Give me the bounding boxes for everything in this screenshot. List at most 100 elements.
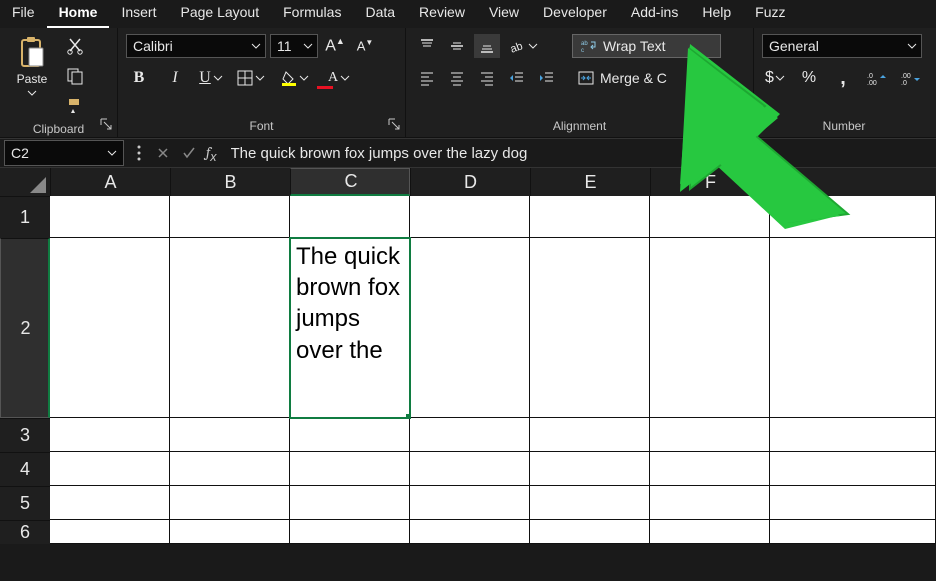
cell-c4[interactable] — [290, 452, 410, 486]
italic-button[interactable]: I — [162, 66, 188, 90]
cell-g2[interactable] — [770, 238, 936, 418]
cell-d3[interactable] — [410, 418, 530, 452]
cell-d4[interactable] — [410, 452, 530, 486]
dialog-launcher-icon[interactable] — [99, 117, 113, 131]
tab-fuzzy[interactable]: Fuzz — [743, 0, 797, 28]
format-painter-button[interactable] — [62, 94, 88, 118]
cell-b4[interactable] — [170, 452, 290, 486]
cell-a4[interactable] — [50, 452, 170, 486]
paste-button[interactable]: Paste — [8, 34, 56, 98]
cell-e5[interactable] — [530, 486, 650, 520]
row-header-3[interactable]: 3 — [0, 418, 50, 452]
cell-a3[interactable] — [50, 418, 170, 452]
orientation-button[interactable]: ab — [504, 34, 544, 58]
cancel-formula-button[interactable] — [150, 140, 176, 166]
col-header-f[interactable]: F — [650, 168, 770, 196]
col-header-e[interactable]: E — [530, 168, 650, 196]
align-middle-button[interactable] — [444, 34, 470, 58]
cell-c1[interactable] — [290, 196, 410, 238]
cell-e2[interactable] — [530, 238, 650, 418]
tab-view[interactable]: View — [477, 0, 531, 28]
increase-font-button[interactable]: A▲ — [322, 34, 348, 58]
row-header-2[interactable]: 2 — [0, 238, 50, 418]
increase-decimal-button[interactable]: .0.00 — [864, 66, 890, 90]
col-header-a[interactable]: A — [50, 168, 170, 196]
cell-f6[interactable] — [650, 520, 770, 544]
cut-button[interactable] — [62, 34, 88, 58]
fx-icon[interactable]: fx — [206, 143, 217, 164]
cell-g1[interactable] — [770, 196, 936, 238]
cell-g4[interactable] — [770, 452, 936, 486]
copy-button[interactable] — [62, 64, 88, 88]
col-header-b[interactable]: B — [170, 168, 290, 196]
cell-b1[interactable] — [170, 196, 290, 238]
increase-indent-button[interactable] — [534, 66, 560, 90]
align-right-button[interactable] — [474, 66, 500, 90]
font-size-select[interactable]: 11 — [270, 34, 318, 58]
enter-formula-button[interactable] — [176, 140, 202, 166]
align-center-button[interactable] — [444, 66, 470, 90]
col-header-g[interactable] — [770, 168, 936, 196]
tab-addins[interactable]: Add-ins — [619, 0, 690, 28]
col-header-d[interactable]: D — [410, 168, 530, 196]
tab-formulas[interactable]: Formulas — [271, 0, 353, 28]
select-all-corner[interactable] — [0, 168, 50, 196]
align-top-button[interactable] — [414, 34, 440, 58]
align-left-button[interactable] — [414, 66, 440, 90]
row-header-6[interactable]: 6 — [0, 520, 50, 544]
cell-g3[interactable] — [770, 418, 936, 452]
tab-page-layout[interactable]: Page Layout — [168, 0, 271, 28]
cell-f3[interactable] — [650, 418, 770, 452]
row-header-5[interactable]: 5 — [0, 486, 50, 520]
accounting-format-button[interactable]: $ — [762, 66, 788, 90]
number-format-select[interactable]: General — [762, 34, 922, 58]
tab-file[interactable]: File — [0, 0, 47, 28]
cell-d6[interactable] — [410, 520, 530, 544]
decrease-decimal-button[interactable]: .00.0 — [898, 66, 924, 90]
borders-button[interactable] — [234, 66, 268, 90]
underline-button[interactable]: U — [198, 66, 224, 90]
bold-button[interactable]: B — [126, 66, 152, 90]
tab-developer[interactable]: Developer — [531, 0, 619, 28]
cell-b2[interactable] — [170, 238, 290, 418]
cell-f2[interactable] — [650, 238, 770, 418]
cell-e6[interactable] — [530, 520, 650, 544]
font-name-select[interactable]: Calibri — [126, 34, 266, 58]
row-header-1[interactable]: 1 — [0, 196, 50, 238]
comma-format-button[interactable]: , — [830, 66, 856, 90]
tab-insert[interactable]: Insert — [109, 0, 168, 28]
cell-a6[interactable] — [50, 520, 170, 544]
cells-area[interactable]: The quick brown fox jumps over the — [50, 196, 936, 544]
cell-a1[interactable] — [50, 196, 170, 238]
decrease-indent-button[interactable] — [504, 66, 530, 90]
row-header-4[interactable]: 4 — [0, 452, 50, 486]
cell-b5[interactable] — [170, 486, 290, 520]
align-bottom-button[interactable] — [474, 34, 500, 58]
decrease-font-button[interactable]: A▼ — [352, 34, 378, 58]
percent-format-button[interactable]: % — [796, 66, 822, 90]
cell-b6[interactable] — [170, 520, 290, 544]
cell-b3[interactable] — [170, 418, 290, 452]
cell-f1[interactable] — [650, 196, 770, 238]
merge-center-button[interactable]: Merge & C — [572, 66, 721, 90]
cell-g5[interactable] — [770, 486, 936, 520]
cell-e4[interactable] — [530, 452, 650, 486]
fill-color-button[interactable] — [278, 66, 312, 90]
cell-c2[interactable]: The quick brown fox jumps over the — [290, 238, 410, 418]
tab-review[interactable]: Review — [407, 0, 477, 28]
wrap-text-button[interactable]: abc Wrap Text — [572, 34, 721, 58]
cell-d1[interactable] — [410, 196, 530, 238]
cell-f4[interactable] — [650, 452, 770, 486]
col-header-c[interactable]: C — [290, 168, 410, 196]
cell-d2[interactable] — [410, 238, 530, 418]
name-box[interactable]: C2 — [4, 140, 124, 166]
cell-g6[interactable] — [770, 520, 936, 544]
tab-help[interactable]: Help — [690, 0, 743, 28]
tab-data[interactable]: Data — [353, 0, 407, 28]
cell-a2[interactable] — [50, 238, 170, 418]
cell-f5[interactable] — [650, 486, 770, 520]
fill-handle[interactable] — [406, 414, 410, 418]
namebox-options[interactable] — [128, 140, 150, 166]
cell-e3[interactable] — [530, 418, 650, 452]
cell-c6[interactable] — [290, 520, 410, 544]
